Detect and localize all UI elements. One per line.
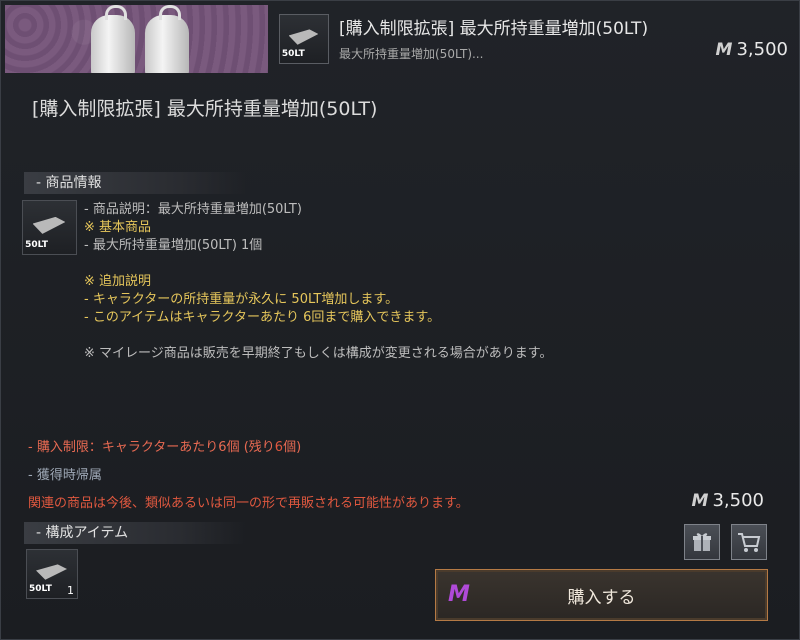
page-title: [購入制限拡張] 最大所持重量増加(50LT) bbox=[32, 98, 378, 120]
header-item-title: [購入制限拡張] 最大所持重量増加(50LT) bbox=[339, 19, 649, 39]
description-line: ※ 追加説明 bbox=[84, 274, 152, 289]
description-line: - このアイテムはキャラクターあたり 6回まで購入できます。 bbox=[84, 310, 441, 325]
description-line: ※ マイレージ商品は販売を早期終了もしくは構成が変更される場合があります。 bbox=[84, 346, 553, 361]
cart-icon bbox=[738, 533, 761, 552]
weight-cart-icon: 50LT bbox=[23, 201, 76, 254]
thumb-label: 50LT bbox=[29, 584, 52, 595]
item-thumbnail[interactable]: 50LT bbox=[279, 14, 329, 64]
description-line: - 最大所持重量増加(50LT) 1個 bbox=[84, 238, 263, 253]
footer-price-value: 3,500 bbox=[712, 490, 764, 511]
weight-cart-icon: 50LT bbox=[280, 15, 328, 63]
product-thumbnail[interactable]: 50LT bbox=[22, 200, 77, 255]
gift-button[interactable] bbox=[684, 524, 720, 560]
thumb-label: 50LT bbox=[281, 49, 305, 60]
mileage-icon: M bbox=[448, 582, 470, 607]
item-banner-image bbox=[5, 5, 268, 73]
header-price-value: 3,500 bbox=[736, 39, 788, 60]
header-price: M 3,500 bbox=[716, 39, 788, 60]
description-line: ※ 基本商品 bbox=[84, 220, 152, 235]
resale-notice: 関連の商品は今後、類似あるいは同一の形で再販される可能性があります。 bbox=[28, 496, 469, 511]
add-to-cart-button[interactable] bbox=[731, 524, 767, 560]
bell-graphic bbox=[91, 5, 135, 73]
footer-price: M 3,500 bbox=[692, 490, 764, 511]
purchase-limit-remaining: 6 bbox=[274, 440, 284, 455]
purchase-limit: - 購入制限：キャラクターあたり6個 (残り6個) bbox=[28, 436, 301, 455]
product-description: - 商品説明：最大所持重量増加(50LT) ※ 基本商品 - 最大所持重量増加(… bbox=[84, 201, 552, 363]
bell-graphic bbox=[145, 5, 189, 73]
product-info-heading: - 商品情報 bbox=[24, 172, 246, 194]
component-quantity: 1 bbox=[67, 584, 74, 597]
purchase-limit-prefix: - 購入制限：キャラクターあたり6個 (残り bbox=[28, 440, 275, 455]
description-line: - キャラクターの所持重量が永久に 50LT増加します。 bbox=[84, 292, 399, 307]
header-item-subtitle: 最大所持重量増加(50LT)... bbox=[339, 47, 484, 61]
gift-icon bbox=[693, 533, 711, 551]
component-item-thumbnail[interactable]: 50LT 1 bbox=[26, 549, 78, 599]
purchase-limit-suffix: 個) bbox=[283, 440, 302, 455]
components-heading: - 構成アイテム bbox=[24, 522, 246, 544]
buy-button[interactable]: M 購入する bbox=[435, 569, 768, 621]
description-line: - 商品説明：最大所持重量増加(50LT) bbox=[84, 202, 302, 217]
buy-button-label: 購入する bbox=[567, 587, 636, 608]
binding-info: - 獲得時帰属 bbox=[28, 468, 102, 483]
thumb-label: 50LT bbox=[25, 239, 49, 250]
mileage-icon: M bbox=[715, 39, 733, 60]
mileage-icon: M bbox=[691, 490, 709, 511]
